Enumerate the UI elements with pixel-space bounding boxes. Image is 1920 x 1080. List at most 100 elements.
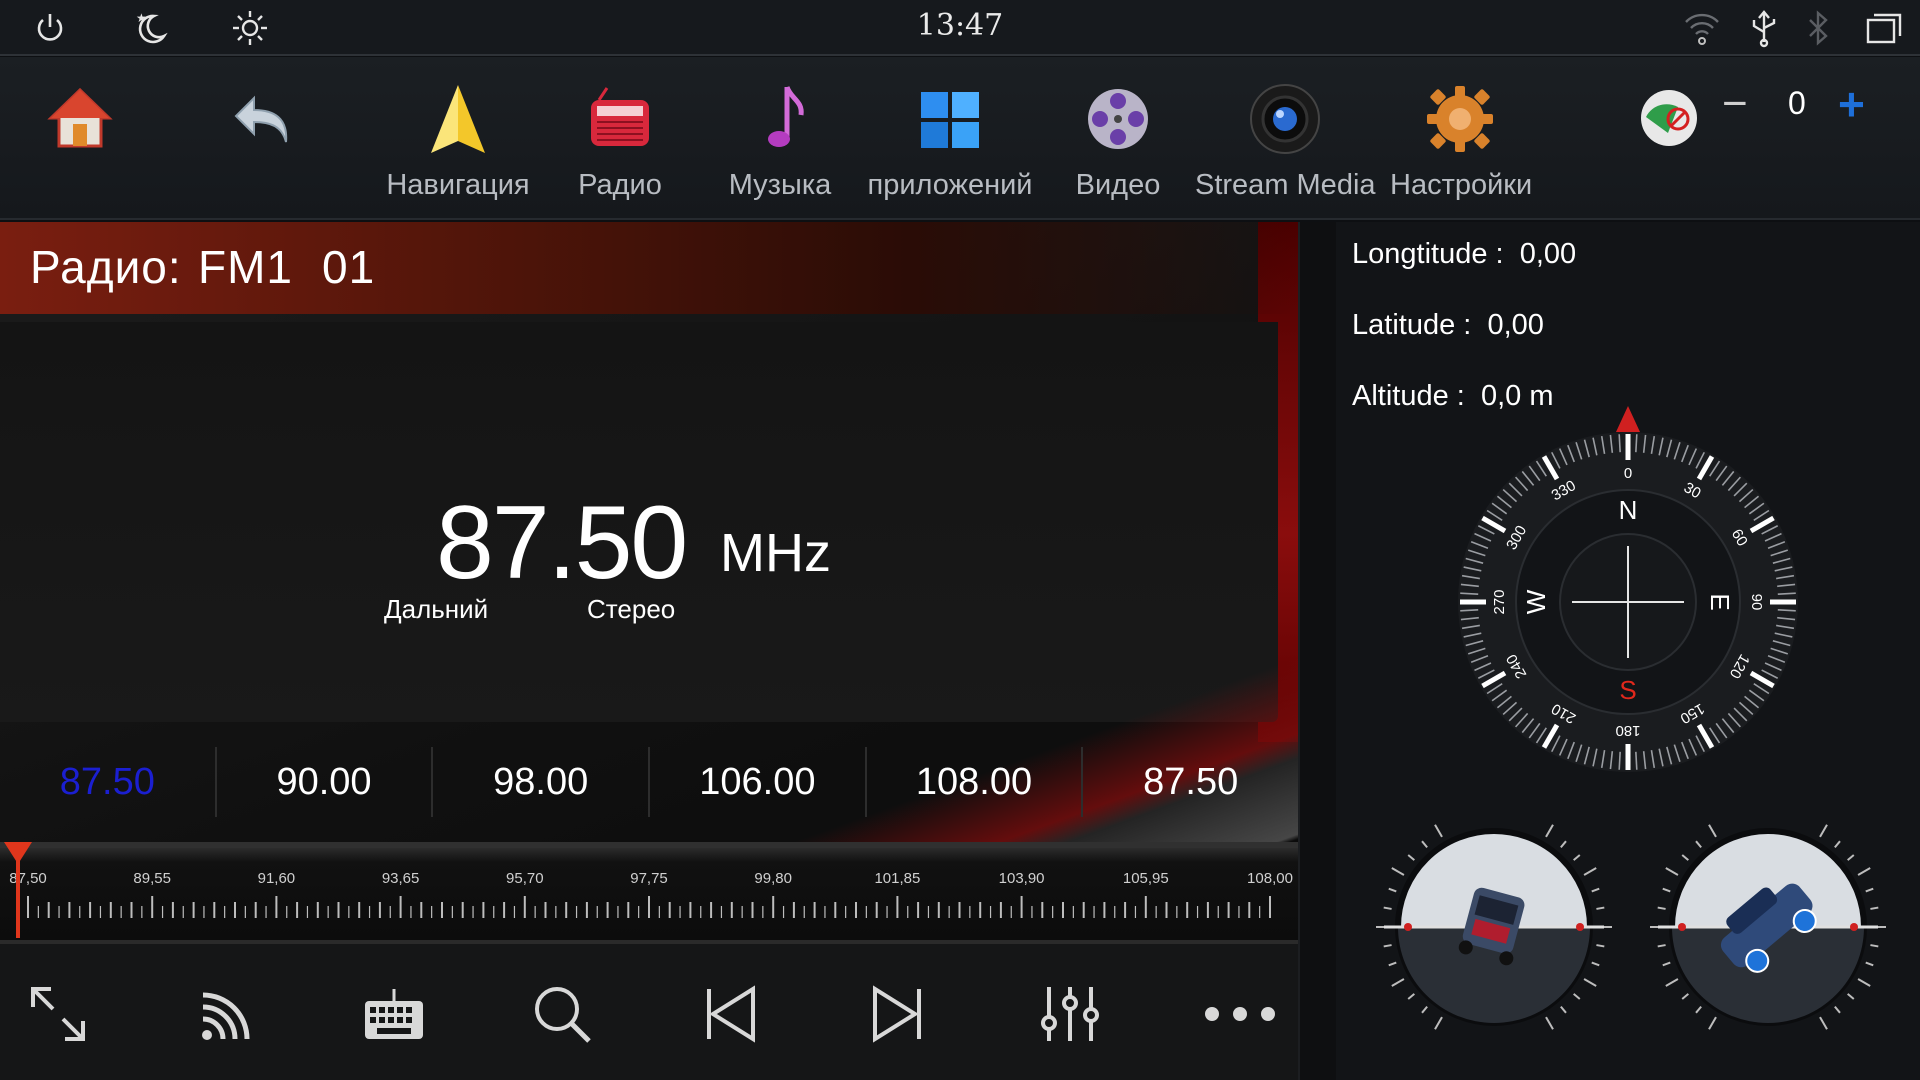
- inclinometer-tick: [1865, 887, 1874, 893]
- frequency-unit: MHz: [720, 523, 831, 583]
- app-label: Навигация: [386, 169, 530, 201]
- clock: 13:47: [916, 8, 1004, 43]
- inclinometer-tick: [1383, 906, 1392, 910]
- scale-label: 108,00: [1247, 870, 1293, 887]
- app-settings[interactable]: Настройки: [1390, 57, 1532, 220]
- previous-icon[interactable]: [690, 974, 770, 1054]
- app-label: Stream Media: [1195, 169, 1376, 201]
- recent-apps-icon[interactable]: [1862, 6, 1906, 50]
- music-icon: [740, 79, 820, 159]
- fullscreen-icon[interactable]: [18, 974, 98, 1054]
- inclinometer-tick: [1665, 978, 1679, 987]
- inclinometer-tick: [1560, 840, 1567, 848]
- volume-down-button[interactable]: −: [1722, 79, 1748, 129]
- inclinometer-tick: [1434, 1016, 1443, 1030]
- inclinometer-tick: [1591, 887, 1600, 893]
- inclinometer-tick: [1657, 944, 1666, 948]
- stereo-mode[interactable]: Стерео: [587, 594, 675, 625]
- app-radio[interactable]: Радио: [550, 57, 690, 220]
- inclinometer-tick: [1681, 854, 1689, 861]
- compass-degree-label: 180: [1615, 722, 1640, 739]
- compass-tick: [1777, 609, 1796, 612]
- inclinometer-tick: [1847, 993, 1855, 1000]
- frequency-scale[interactable]: 87,50 89,55 91,60 93,65 95,70 97,75 99,80 101,8…: [0, 842, 1298, 940]
- inclinometer-tick: [1708, 1016, 1717, 1030]
- preset-button[interactable]: 108.00: [867, 747, 1084, 817]
- inclinometer-tick: [1665, 867, 1679, 876]
- scale-label: 93,65: [381, 870, 420, 887]
- band-label[interactable]: FM1: [198, 240, 293, 294]
- keyboard-icon[interactable]: [354, 974, 434, 1054]
- inclinometer-tick: [1391, 978, 1405, 987]
- mute-speaker-icon[interactable]: [1638, 87, 1700, 149]
- compass-tick: [1635, 434, 1638, 453]
- radio-signal-icon[interactable]: [186, 974, 266, 1054]
- inclinometer-tick: [1657, 906, 1666, 910]
- preset-button[interactable]: 98.00: [433, 747, 651, 817]
- next-icon[interactable]: [858, 974, 938, 1054]
- bluetooth-icon: [1796, 6, 1840, 50]
- inclinometer-tick: [1583, 867, 1597, 876]
- compass-north-label: N: [1619, 495, 1638, 525]
- preset-button[interactable]: 106.00: [650, 747, 867, 817]
- inclinometer-tick: [1407, 854, 1415, 861]
- tuning-needle[interactable]: [4, 842, 32, 940]
- stream-media-icon: [1245, 79, 1325, 159]
- inclinometer-tick: [1583, 978, 1597, 987]
- radio-panel: Радио: FM1 01 87.50 MHz Дальний Стерео 8…: [0, 222, 1298, 940]
- inclinometer-tick: [1662, 887, 1671, 893]
- app-label: Радио: [578, 169, 662, 201]
- back-button[interactable]: [215, 57, 315, 220]
- compass-west-label: W: [1521, 589, 1551, 614]
- inclinometer-tick: [1434, 824, 1443, 838]
- inclinometer-tick: [1819, 1016, 1828, 1030]
- app-applications[interactable]: приложений: [860, 57, 1040, 220]
- wifi-icon: [1680, 6, 1724, 50]
- app-launcher: Навигация Радио Музыка приложений Видео …: [0, 57, 1920, 220]
- preset-button[interactable]: 87.50: [0, 747, 217, 817]
- app-music[interactable]: Музыка: [710, 57, 850, 220]
- scale-label: 105,95: [1122, 870, 1169, 887]
- search-icon[interactable]: [522, 974, 602, 1054]
- pitch-inclinometer: [1650, 824, 1886, 1030]
- inclinometer-tick: [1834, 1006, 1841, 1014]
- app-navigation[interactable]: Навигация: [378, 57, 538, 220]
- inclinometer-tick: [1388, 961, 1397, 967]
- radio-header: Радио: FM1 01: [0, 222, 1298, 314]
- inclinometer-tick: [1391, 867, 1405, 876]
- status-bar: ★ 13:47: [0, 0, 1920, 56]
- scale-label: 97,75: [630, 870, 668, 887]
- compass: 0306090120150180210240270300330NESW: [1458, 406, 1798, 772]
- compass-degree-label: 270: [1491, 589, 1508, 614]
- compass-tick: [1618, 434, 1621, 453]
- inclinometer-tick: [1407, 993, 1415, 1000]
- compass-east-label: E: [1705, 593, 1735, 610]
- equalizer-icon[interactable]: [1030, 974, 1110, 1054]
- inclinometer-tick: [1857, 867, 1871, 876]
- radio-controls: [0, 940, 1298, 1080]
- compass-tick: [1777, 592, 1796, 595]
- reception-mode[interactable]: Дальний: [384, 594, 488, 625]
- scale-ticks: [27, 896, 1271, 918]
- app-stream-media[interactable]: Stream Media: [1195, 57, 1376, 220]
- more-icon[interactable]: [1200, 974, 1280, 1054]
- scale-label: 99,80: [754, 870, 792, 887]
- scale-label: 89,55: [133, 870, 171, 887]
- inclinometer-tick: [1573, 854, 1581, 861]
- app-video[interactable]: Видео: [1048, 57, 1188, 220]
- inclinometer-tick: [1560, 1006, 1567, 1014]
- inclinometer-tick: [1857, 978, 1871, 987]
- inclinometer-tick: [1662, 961, 1671, 967]
- home-button[interactable]: [30, 57, 130, 220]
- inclinometer-tick: [1545, 824, 1554, 838]
- compass-south-label: S: [1619, 675, 1636, 705]
- inclinometer-tick: [1596, 906, 1605, 910]
- compass-degree-label: 90: [1748, 594, 1765, 611]
- inclinometer-tick: [1708, 824, 1717, 838]
- volume-up-button[interactable]: +: [1838, 77, 1865, 131]
- preset-button[interactable]: 87.50: [1083, 747, 1298, 817]
- preset-button[interactable]: 90.00: [217, 747, 434, 817]
- scale-label: 103,90: [998, 870, 1045, 887]
- navigation-icon: [418, 79, 498, 159]
- settings-icon: [1420, 79, 1500, 159]
